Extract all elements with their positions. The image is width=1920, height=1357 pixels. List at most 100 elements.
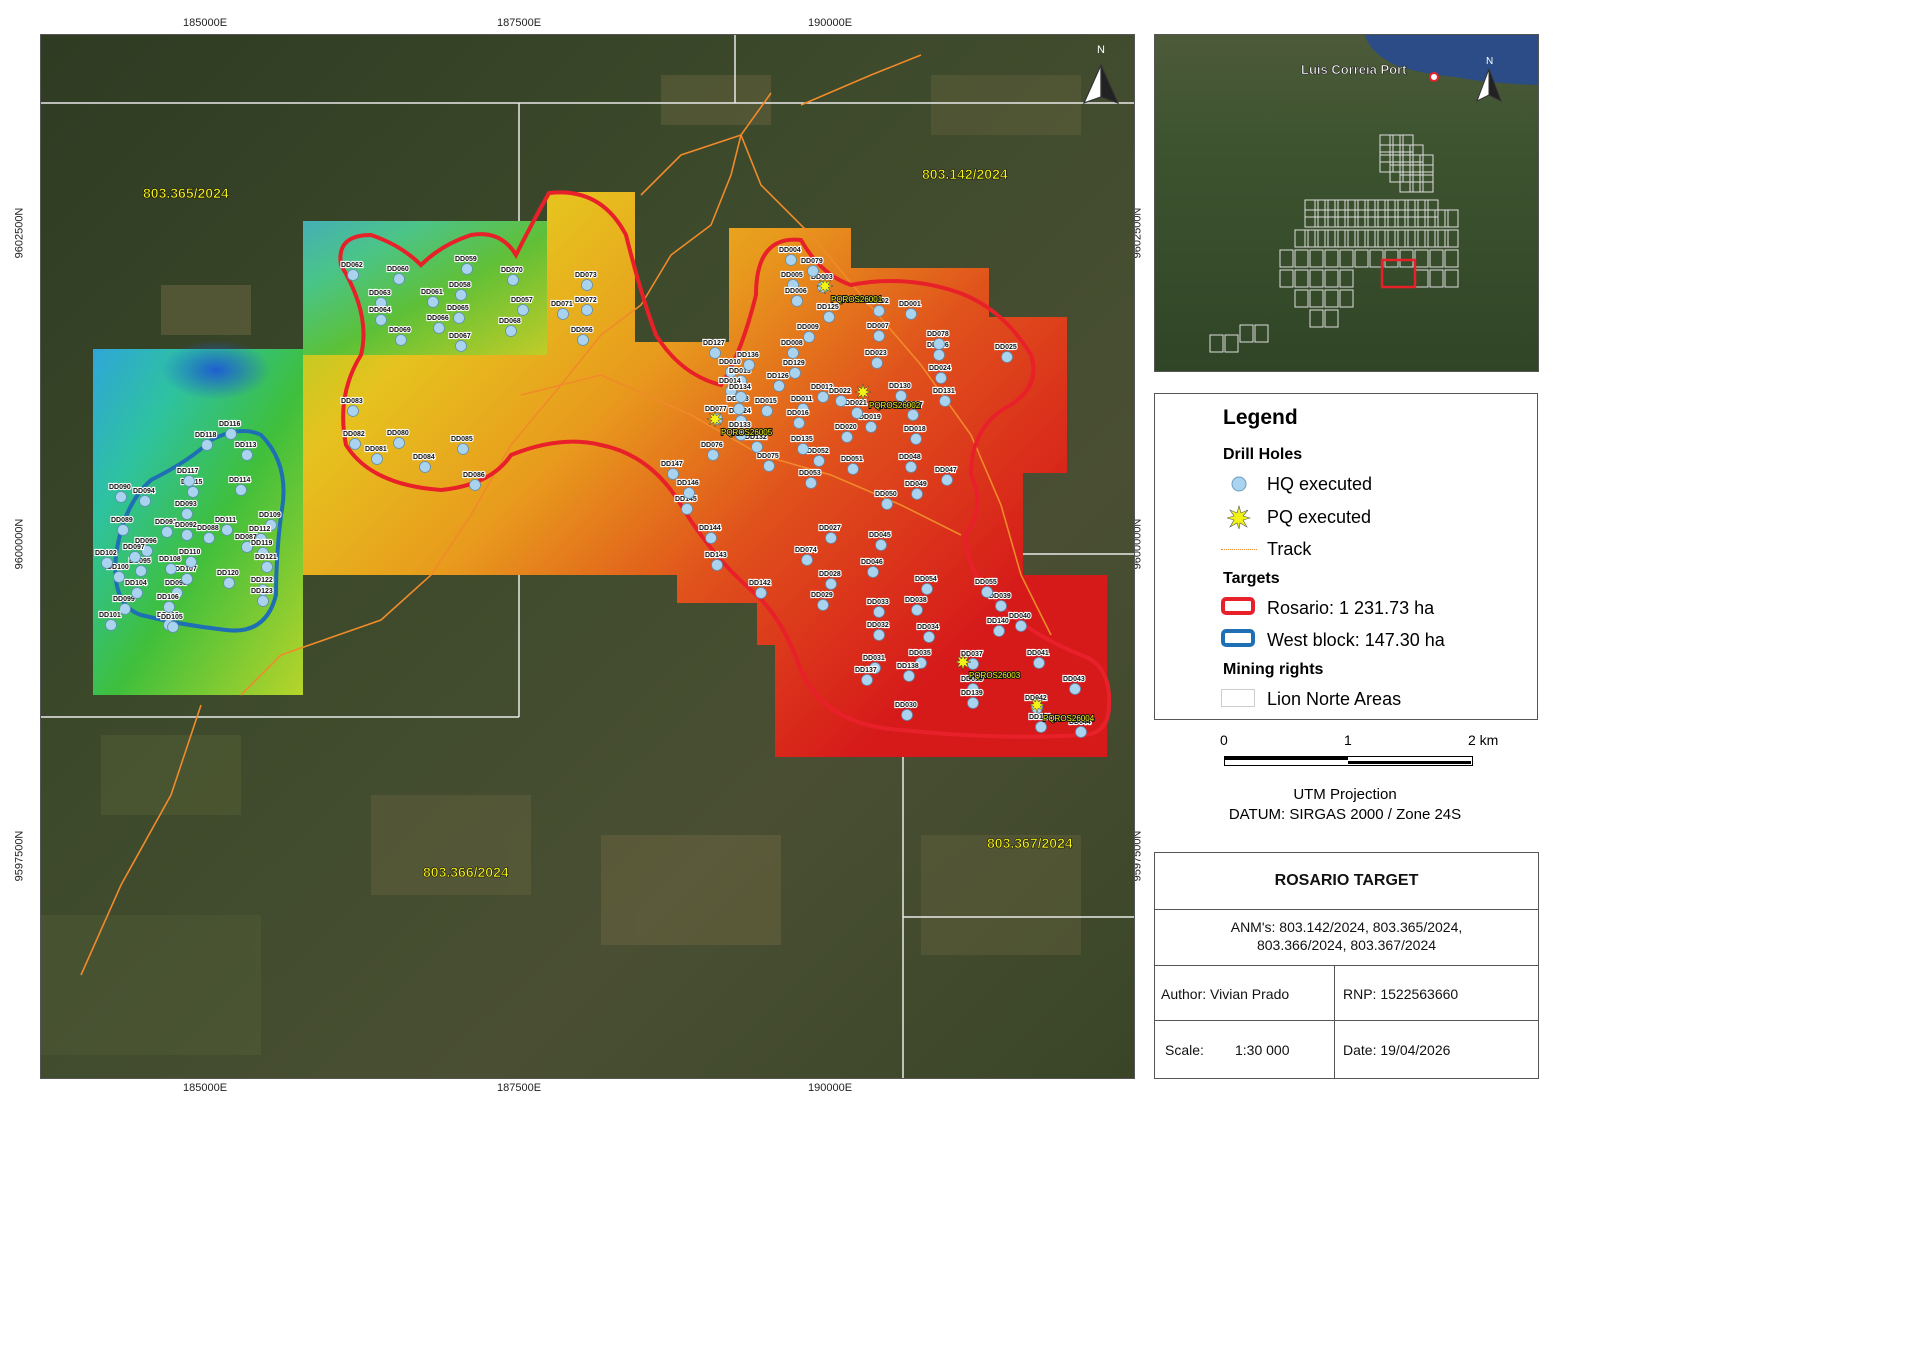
pq-star-marker xyxy=(816,277,834,295)
drill-hole-label: DD057 xyxy=(511,297,533,304)
drill-hole-label: DD137 xyxy=(855,667,877,674)
drill-hole-label: DD135 xyxy=(791,436,813,443)
port-label: Luis Correia Port xyxy=(1301,62,1407,77)
drill-hole-marker xyxy=(793,417,805,429)
scale-bar-segment-black xyxy=(1348,761,1471,764)
drill-hole-label: DD099 xyxy=(113,596,135,603)
drill-hole-label: DD144 xyxy=(699,525,721,532)
drill-hole-marker xyxy=(755,587,767,599)
drill-hole-marker xyxy=(933,349,945,361)
drill-hole-label: DD140 xyxy=(987,618,1009,625)
drill-hole-marker xyxy=(131,587,143,599)
mining-right-label: 803.365/2024 xyxy=(143,185,229,201)
drill-hole-label: DD018 xyxy=(904,426,926,433)
drill-hole-label: DD007 xyxy=(867,323,889,330)
drill-hole-marker xyxy=(581,304,593,316)
mining-right-label: 803.142/2024 xyxy=(922,166,1008,182)
drill-hole-marker xyxy=(1033,657,1045,669)
drill-hole-marker xyxy=(735,391,747,403)
title-block-title: ROSARIO TARGET xyxy=(1155,853,1538,910)
drill-hole-marker xyxy=(221,524,233,536)
drill-hole-marker xyxy=(875,539,887,551)
drill-hole-marker xyxy=(743,359,755,371)
pq-star-marker xyxy=(854,383,872,401)
pq-star-marker xyxy=(1028,696,1046,714)
scale-bar-frame xyxy=(1224,756,1473,766)
drill-hole-marker xyxy=(801,554,813,566)
drill-hole-label: DD091 xyxy=(155,519,177,526)
drill-hole-label: DD084 xyxy=(413,454,435,461)
drill-hole-label: DD029 xyxy=(811,592,833,599)
drill-hole-marker xyxy=(117,524,129,536)
drill-hole-marker xyxy=(761,405,773,417)
drill-hole-label: DD006 xyxy=(785,288,807,295)
drill-hole-marker xyxy=(733,403,745,415)
drill-hole-marker xyxy=(923,631,935,643)
rnp-text: RNP: 1522563660 xyxy=(1343,986,1459,1002)
drill-hole-label: DD073 xyxy=(575,272,597,279)
inset-map[interactable]: Luis Correia Port N xyxy=(1154,34,1539,372)
drill-hole-label: DD048 xyxy=(899,454,921,461)
drill-hole-label: DD078 xyxy=(927,331,949,338)
x-tick-label: 187500E xyxy=(497,1082,542,1094)
drill-hole-marker xyxy=(905,461,917,473)
pq-hole-label: PQROS26003 xyxy=(969,671,1021,680)
drill-hole-label: DD083 xyxy=(341,398,363,405)
drill-hole-marker xyxy=(921,583,933,595)
drill-hole-label: DD079 xyxy=(801,258,823,265)
drill-hole-marker xyxy=(557,308,569,320)
drill-hole-label: DD028 xyxy=(819,571,841,578)
drill-hole-marker xyxy=(861,674,873,686)
scale-label: Scale: xyxy=(1165,1042,1204,1058)
date-text: Date: 19/04/2026 xyxy=(1343,1042,1451,1058)
legend: Legend Drill Holes HQ executed PQ execut… xyxy=(1154,393,1538,720)
drill-hole-marker xyxy=(457,443,469,455)
drill-hole-label: DD065 xyxy=(447,305,469,312)
low-elevation-spot xyxy=(161,340,271,400)
drill-hole-marker xyxy=(129,551,141,563)
drill-hole-label: DD001 xyxy=(899,301,921,308)
drill-hole-marker xyxy=(941,474,953,486)
drill-hole-label: DD102 xyxy=(95,550,117,557)
drill-hole-label: DD093 xyxy=(175,501,197,508)
drill-hole-label: DD097 xyxy=(123,544,145,551)
drill-hole-marker xyxy=(419,461,431,473)
drill-hole-label: DD025 xyxy=(995,344,1017,351)
drill-hole-marker xyxy=(181,508,193,520)
drill-hole-marker xyxy=(113,571,125,583)
datum-label: DATUM: SIRGAS 2000 / Zone 24S xyxy=(1228,806,1462,823)
drill-hole-label: DD086 xyxy=(463,472,485,479)
drill-hole-label: DD068 xyxy=(499,318,521,325)
drill-hole-marker xyxy=(787,347,799,359)
drill-hole-label: DD117 xyxy=(177,468,199,475)
drill-hole-marker xyxy=(395,334,407,346)
drill-hole-label: DD023 xyxy=(865,350,887,357)
drill-hole-marker xyxy=(241,449,253,461)
drill-hole-label: DD136 xyxy=(737,352,759,359)
main-map[interactable]: 803.365/2024 803.142/2024 803.366/2024 8… xyxy=(40,34,1135,1079)
legend-drill-holes-heading: Drill Holes xyxy=(1223,446,1303,463)
drill-hole-label: DD081 xyxy=(365,446,387,453)
drill-hole-marker xyxy=(910,433,922,445)
drill-hole-label: DD101 xyxy=(99,612,121,619)
drill-hole-marker xyxy=(847,463,859,475)
drill-hole-label: DD060 xyxy=(387,266,409,273)
drill-hole-label: DD119 xyxy=(251,540,273,547)
drill-hole-marker xyxy=(135,565,147,577)
drill-hole-label: DD104 xyxy=(125,580,147,587)
drill-hole-marker xyxy=(115,491,127,503)
west-block-symbol-icon xyxy=(1221,629,1255,647)
drill-hole-label: DD031 xyxy=(863,655,885,662)
drill-hole-marker xyxy=(375,314,387,326)
drill-hole-label: DD040 xyxy=(1009,613,1031,620)
drill-hole-label: DD129 xyxy=(783,360,805,367)
date-cell: Date: 19/04/2026 xyxy=(1335,1021,1538,1078)
drill-hole-marker xyxy=(993,625,1005,637)
drill-hole-marker xyxy=(763,460,775,472)
drill-hole-label: DD037 xyxy=(961,651,983,658)
drill-hole-marker xyxy=(507,274,519,286)
drill-hole-label: DD030 xyxy=(895,702,917,709)
y-tick-label: 9597500N xyxy=(13,830,26,882)
drill-hole-label: DD045 xyxy=(869,532,891,539)
drill-hole-marker xyxy=(187,486,199,498)
